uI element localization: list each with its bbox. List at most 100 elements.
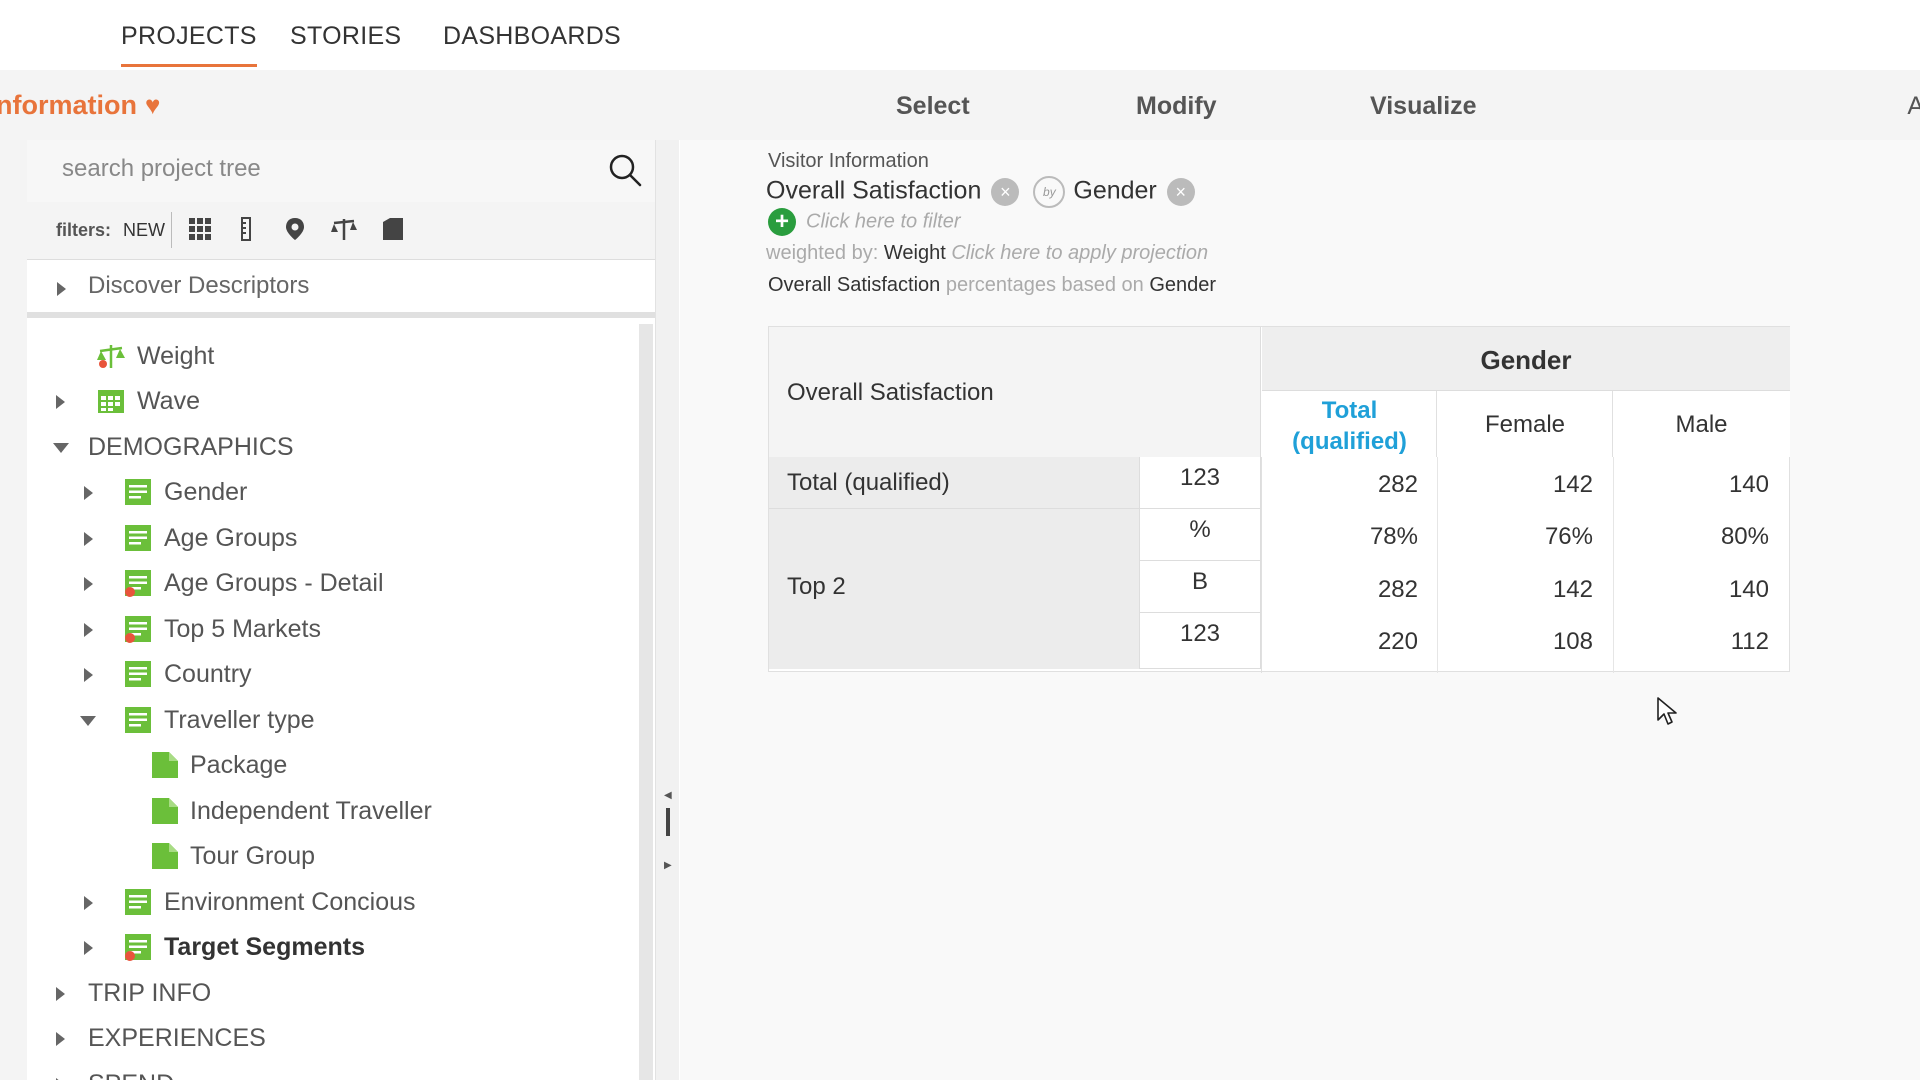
tab-dashboards[interactable]: DASHBOARDS	[443, 22, 621, 51]
tree-item-gender[interactable]: Gender	[27, 472, 627, 512]
tree-item-label: Country	[164, 660, 252, 688]
table-cell: 76%	[1544, 523, 1593, 550]
top-nav: PROJECTS STORIES DASHBOARDS	[0, 0, 1920, 70]
tree-folder-experiences[interactable]: EXPERIENCES	[27, 1018, 627, 1058]
tree-item-country[interactable]: Country	[27, 654, 627, 694]
step-modify[interactable]: Modify	[1136, 92, 1217, 121]
expand-arrow-icon[interactable]	[56, 1032, 65, 1046]
tree-item-independent-traveller[interactable]: Independent Traveller	[27, 791, 627, 831]
tree-item-traveller-type[interactable]: Traveller type	[27, 700, 627, 740]
table-cell: 282	[1377, 576, 1418, 603]
expand-arrow-icon[interactable]	[84, 941, 93, 955]
search-icon[interactable]	[607, 152, 643, 188]
tree-item-tour-group[interactable]: Tour Group	[27, 836, 627, 876]
expand-arrow-icon[interactable]	[84, 577, 93, 591]
weight-variable[interactable]: Weight	[884, 242, 946, 264]
column-divider	[1261, 457, 1262, 673]
tree-item-label: Gender	[164, 478, 248, 506]
column-header-total[interactable]: Total (qualified)	[1262, 391, 1437, 457]
expand-right-icon[interactable]: ▶	[664, 860, 672, 871]
tree-item-environment-concious[interactable]: Environment Concious	[27, 882, 627, 922]
expand-arrow-icon[interactable]	[84, 532, 93, 546]
variable-chips: Overall Satisfaction × by Gender ×	[766, 176, 1201, 208]
panel-splitter[interactable]: ◀ ▶	[655, 140, 679, 1080]
project-title: nformation ♥	[0, 90, 160, 121]
splitter-grip[interactable]	[666, 808, 670, 836]
remove-column-variable-icon[interactable]: ×	[1166, 178, 1195, 206]
search-input[interactable]	[62, 155, 582, 183]
tree-item-label: Package	[190, 751, 288, 779]
expand-arrow-icon[interactable]	[84, 668, 93, 682]
remove-row-variable-icon[interactable]: ×	[991, 178, 1020, 206]
table-cell: 112	[1730, 628, 1769, 655]
filter-row[interactable]: + Click here to filter	[768, 208, 961, 236]
scale-filter-icon[interactable]	[331, 216, 357, 242]
tree-scrollbar[interactable]	[639, 324, 653, 1080]
column-header-female[interactable]: Female	[1437, 391, 1613, 457]
heart-icon[interactable]: ♥	[145, 90, 160, 121]
ruler-filter-icon[interactable]	[233, 216, 259, 242]
step-select[interactable]: Select	[896, 92, 970, 121]
tree-item-age-groups-detail[interactable]: Age Groups - Detail	[27, 563, 627, 603]
collapse-arrow-icon[interactable]	[80, 716, 96, 726]
expand-arrow-icon[interactable]	[84, 486, 93, 500]
step-overflow[interactable]: A	[1907, 92, 1920, 121]
folder-filter-icon[interactable]	[380, 216, 406, 242]
tree-folder-demographics[interactable]: DEMOGRAPHICS	[27, 427, 627, 467]
column-group-label[interactable]: Gender	[1262, 345, 1790, 376]
tree-item-label: Tour Group	[190, 842, 316, 870]
column-group-header: Gender	[1262, 327, 1790, 391]
tree-item-label: Weight	[137, 342, 215, 370]
discover-descriptors[interactable]: Discover Descriptors	[27, 260, 655, 318]
list-variable-icon	[125, 525, 151, 551]
tree-item-age-groups[interactable]: Age Groups	[27, 518, 627, 558]
column-header-male[interactable]: Male	[1613, 391, 1790, 457]
collapse-arrow-icon[interactable]	[53, 443, 69, 453]
expand-arrow-icon[interactable]	[84, 623, 93, 637]
tree-item-package[interactable]: Package	[27, 745, 627, 785]
table-cell: 108	[1552, 628, 1593, 655]
row-label-total[interactable]: Total (qualified)	[769, 457, 1139, 509]
expand-arrow-icon[interactable]	[84, 896, 93, 910]
percent-variable[interactable]: Overall Satisfaction	[768, 274, 940, 296]
tab-stories[interactable]: STORIES	[290, 22, 401, 51]
stat-cell-count: 123	[1139, 457, 1261, 509]
tree-item-wave[interactable]: Wave	[27, 381, 627, 421]
column-variable[interactable]: Gender	[1073, 177, 1156, 205]
tree-folder-spend[interactable]: SPEND	[27, 1064, 627, 1080]
expand-arrow-icon[interactable]	[57, 282, 66, 296]
table-cell: 80%	[1720, 523, 1769, 550]
step-visualize[interactable]: Visualize	[1370, 92, 1477, 121]
row-variable[interactable]: Overall Satisfaction	[766, 177, 981, 205]
grid-filter-icon[interactable]	[187, 216, 213, 242]
percent-base[interactable]: Gender	[1149, 274, 1216, 296]
list-variable-icon	[125, 661, 151, 687]
tab-projects[interactable]: PROJECTS	[121, 22, 257, 67]
calendar-icon	[98, 390, 124, 413]
percent-text: percentages based on	[945, 274, 1144, 296]
tree-item-target-segments[interactable]: Target Segments	[27, 927, 627, 967]
filter-hint[interactable]: Click here to filter	[806, 210, 961, 232]
row-header-label[interactable]: Overall Satisfaction	[787, 379, 994, 407]
tree-item-weight[interactable]: Weight	[27, 336, 627, 376]
tree-item-label: Age Groups	[164, 524, 298, 552]
collapse-left-icon[interactable]: ◀	[664, 790, 672, 801]
projection-hint[interactable]: Click here to apply projection	[951, 242, 1208, 264]
column-header-label: Female	[1484, 411, 1566, 438]
project-tree: Weight Wave DEMOGRAPHICS Gender Age Grou…	[27, 324, 637, 1080]
breadcrumb[interactable]: Visitor Information	[768, 150, 929, 173]
expand-arrow-icon[interactable]	[56, 395, 65, 409]
weighting-row: weighted by: Weight Click here to apply …	[766, 242, 1208, 265]
add-filter-icon[interactable]: +	[768, 208, 796, 236]
table-cell: 220	[1377, 628, 1418, 655]
tree-item-top-5-markets[interactable]: Top 5 Markets	[27, 609, 627, 649]
project-tree-panel: filters: NEW Discover Descriptors Weight	[27, 140, 655, 1080]
percentage-basis: Overall Satisfaction percentages based o…	[768, 274, 1216, 297]
derived-variable-icon	[125, 934, 151, 961]
location-filter-icon[interactable]	[282, 216, 308, 242]
filter-new[interactable]: NEW	[123, 220, 165, 241]
expand-arrow-icon[interactable]	[56, 987, 65, 1001]
by-swap-icon[interactable]: by	[1033, 176, 1066, 208]
tree-folder-trip-info[interactable]: TRIP INFO	[27, 973, 627, 1013]
row-label-top-2[interactable]: Top 2	[769, 509, 1139, 669]
